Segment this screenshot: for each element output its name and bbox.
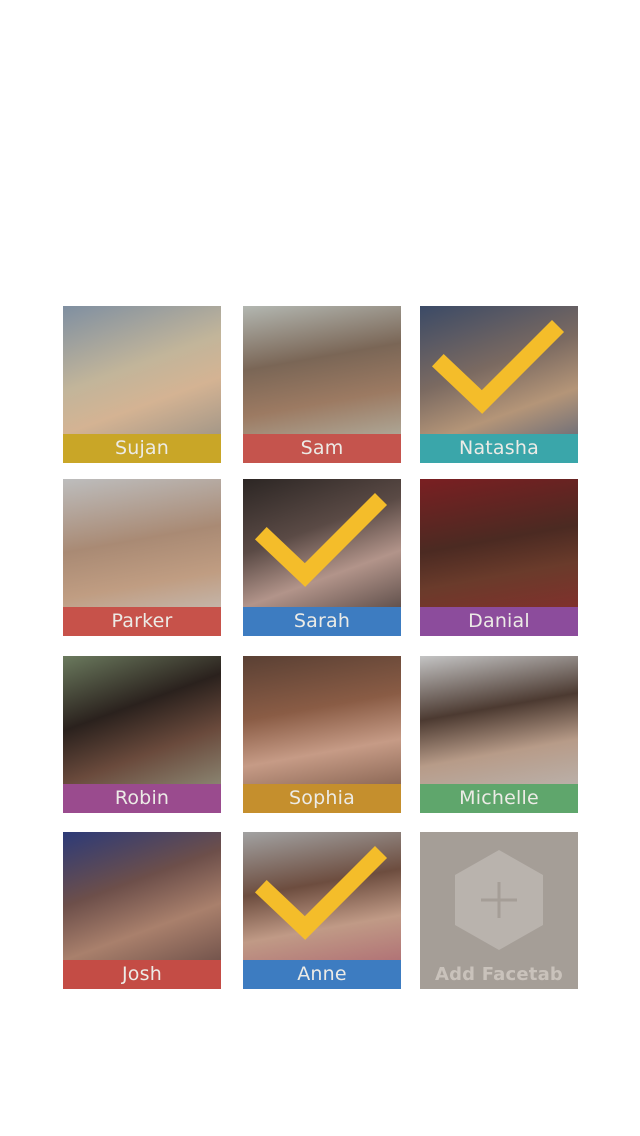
facetab-name-label: Parker bbox=[63, 607, 221, 636]
facetab-name-label: Danial bbox=[420, 607, 578, 636]
facetab-tile-danial[interactable]: Danial bbox=[420, 479, 578, 636]
facetab-tile-sophia[interactable]: Sophia bbox=[243, 656, 401, 813]
facetab-name-label: Sophia bbox=[243, 784, 401, 813]
facetab-grid: Sujan Sam Natasha Parker Sarah Danial Ro… bbox=[0, 0, 640, 1136]
facetab-tile-josh[interactable]: Josh bbox=[63, 832, 221, 989]
facetab-tile-natasha[interactable]: Natasha bbox=[420, 306, 578, 463]
facetab-name-label: Michelle bbox=[420, 784, 578, 813]
facetab-name-label: Josh bbox=[63, 960, 221, 989]
facetab-tile-sam[interactable]: Sam bbox=[243, 306, 401, 463]
facetab-tile-michelle[interactable]: Michelle bbox=[420, 656, 578, 813]
facetab-name-label: Natasha bbox=[420, 434, 578, 463]
facetab-tile-anne[interactable]: Anne bbox=[243, 832, 401, 989]
facetab-name-label: Robin bbox=[63, 784, 221, 813]
add-hexagon-icon bbox=[455, 850, 543, 950]
add-facetab-label: Add Facetab bbox=[434, 964, 564, 985]
facetab-name-label: Sujan bbox=[63, 434, 221, 463]
add-facetab-button[interactable]: Add Facetab bbox=[420, 832, 578, 989]
facetab-name-label: Anne bbox=[243, 960, 401, 989]
facetab-tile-parker[interactable]: Parker bbox=[63, 479, 221, 636]
facetab-name-label: Sam bbox=[243, 434, 401, 463]
facetab-tile-sarah[interactable]: Sarah bbox=[243, 479, 401, 636]
facetab-name-label: Sarah bbox=[243, 607, 401, 636]
facetab-tile-robin[interactable]: Robin bbox=[63, 656, 221, 813]
facetab-tile-sujan[interactable]: Sujan bbox=[63, 306, 221, 463]
